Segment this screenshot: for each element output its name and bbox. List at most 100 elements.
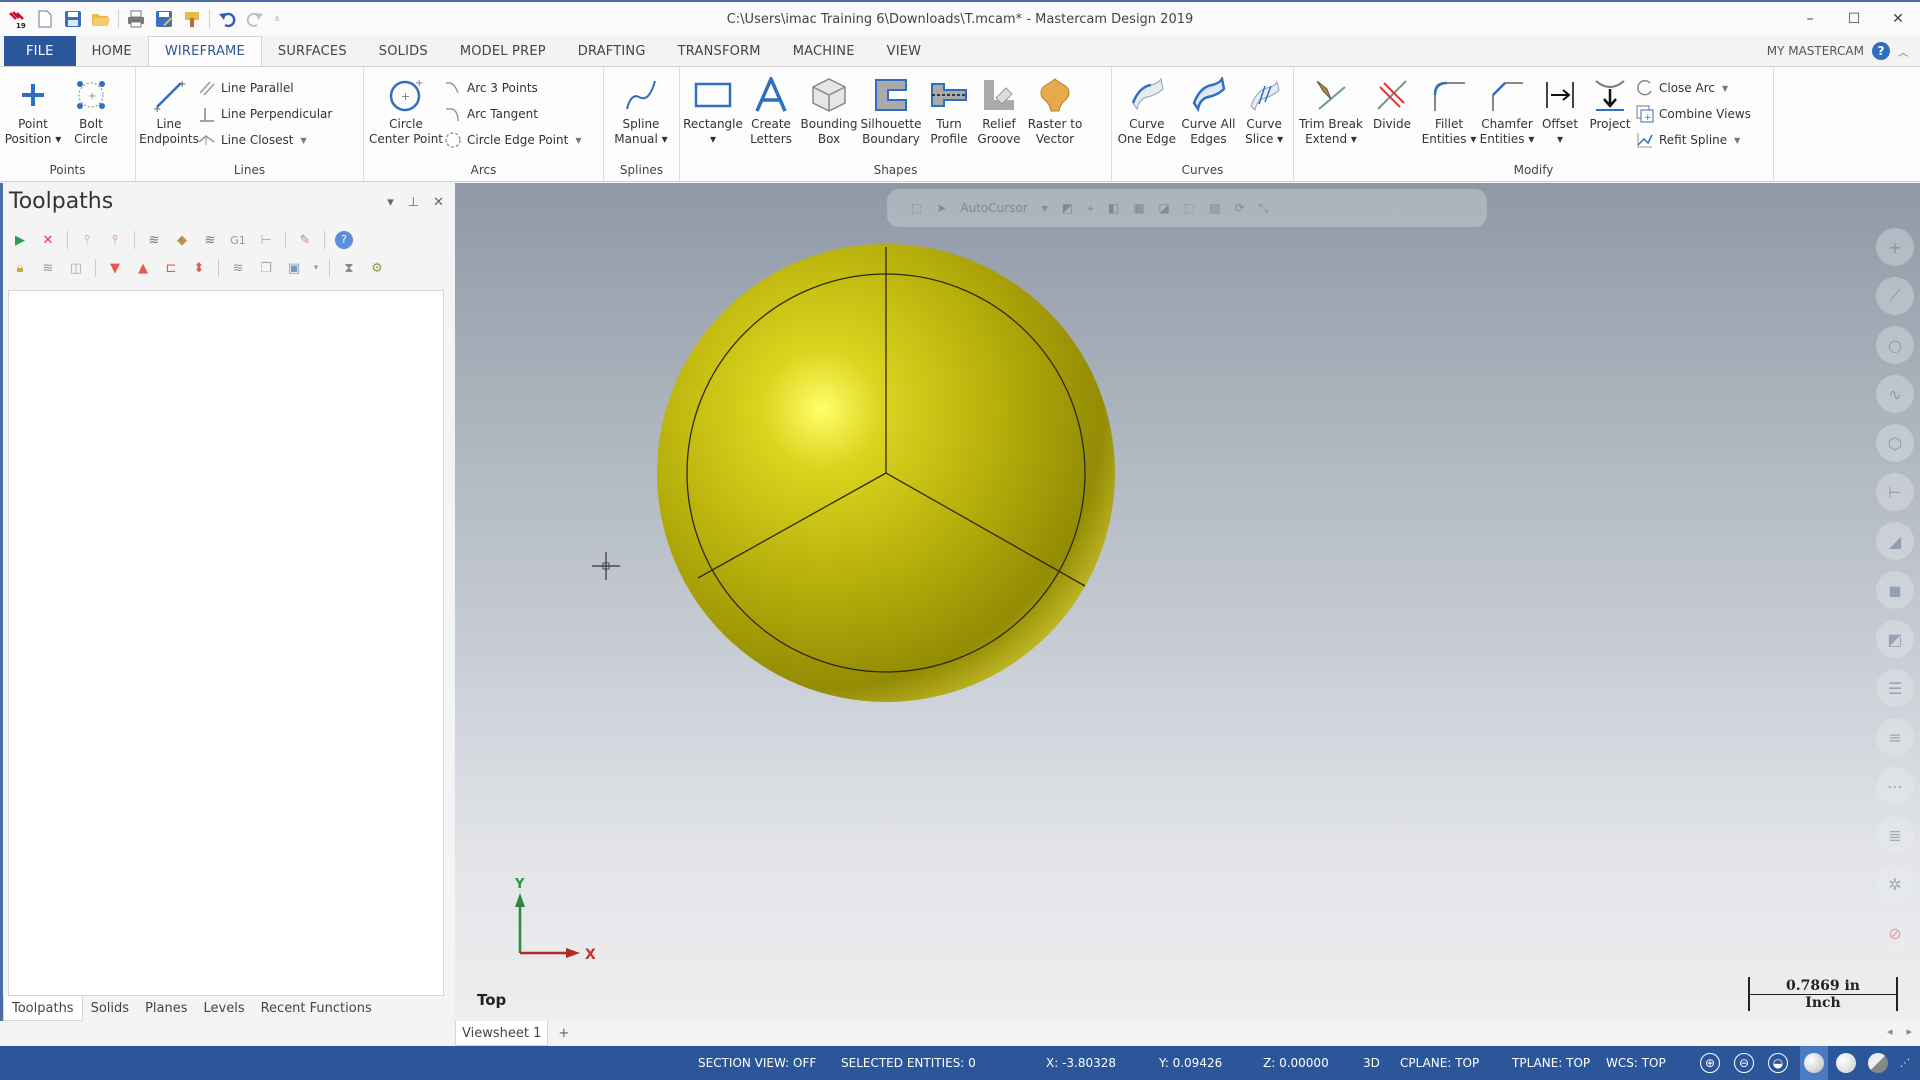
deselect-operations-icon[interactable]: ✕: [37, 229, 59, 251]
panel-pin-icon[interactable]: ⊥: [408, 195, 419, 210]
help-icon[interactable]: ?: [1872, 42, 1890, 60]
tab-view[interactable]: VIEW: [871, 36, 938, 66]
autocursor-select-icon[interactable]: ⬚: [911, 201, 922, 215]
viewsheet-prev-icon[interactable]: ◂: [1887, 1025, 1893, 1038]
y-coordinate[interactable]: Y: 0.09426: [1159, 1046, 1222, 1080]
move-insert-up-icon[interactable]: ▲: [132, 257, 154, 279]
mask-group-icon[interactable]: ⋯: [1876, 767, 1914, 805]
cplane-status[interactable]: CPLANE: TOP: [1400, 1046, 1479, 1080]
mask-levels-icon[interactable]: ≣: [1876, 816, 1914, 854]
toolpaths-tree[interactable]: [8, 290, 444, 996]
panel-close-icon[interactable]: ✕: [433, 195, 444, 210]
app-logo-icon[interactable]: 19: [6, 8, 28, 30]
close-arc-button[interactable]: Close Arc ▼: [1636, 77, 1757, 99]
minimize-button[interactable]: –: [1788, 2, 1832, 36]
toggle-display-icon[interactable]: ✎: [294, 229, 316, 251]
shaded-wire-display-icon[interactable]: ◒: [1768, 1046, 1788, 1080]
post-g1-icon[interactable]: G1: [227, 229, 249, 251]
mask-line-icon[interactable]: ⟋: [1876, 277, 1914, 315]
toggle-toolpath-display-icon[interactable]: ≋: [37, 257, 59, 279]
autocursor-dropdown-icon[interactable]: ▾: [1042, 201, 1048, 215]
copy-display-icon[interactable]: ❐: [255, 257, 277, 279]
selected-entities-status[interactable]: SELECTED ENTITIES: 0: [841, 1046, 976, 1080]
mask-result-icon[interactable]: ◩: [1876, 620, 1914, 658]
customize-qat-icon[interactable]: ⩡: [272, 8, 282, 30]
maximize-button[interactable]: ☐: [1832, 2, 1876, 36]
move-insert-down-icon[interactable]: ▼: [104, 257, 126, 279]
combine-views-button[interactable]: + Combine Views: [1636, 103, 1757, 125]
autocursor-arrow-icon[interactable]: ➤: [936, 201, 946, 215]
tab-machine[interactable]: MACHINE: [777, 36, 871, 66]
z-coordinate[interactable]: Z: 0.00000: [1263, 1046, 1329, 1080]
graphics-viewport[interactable]: Y X ⬚ ➤ AutoCursor ▾ ◩ ⌖ ◧ ▦ ◪ ⬚ ▨ ⟳ ⤡ +…: [455, 183, 1920, 1021]
display-options-dropdown-icon[interactable]: ▾: [311, 257, 321, 279]
tab-wireframe[interactable]: WIREFRAME: [147, 36, 262, 66]
regenerate-dirty-icon[interactable]: ◆: [171, 229, 193, 251]
simulation-icon[interactable]: ⧗: [338, 257, 360, 279]
wireframe-display-icon[interactable]: ⊕: [1700, 1046, 1720, 1080]
clear-selection-icon[interactable]: ⤡: [1259, 201, 1269, 216]
arc-3-points-button[interactable]: Arc 3 Points: [444, 77, 587, 99]
selection-filter-icon[interactable]: ⌖: [1087, 201, 1094, 216]
mask-arc-icon[interactable]: ○: [1876, 326, 1914, 364]
tab-drafting[interactable]: DRAFTING: [562, 36, 662, 66]
verify-icon[interactable]: ⊢: [255, 229, 277, 251]
edit-tool-icon[interactable]: ⚙: [366, 257, 388, 279]
my-mastercam-link[interactable]: MY MASTERCAM: [1767, 44, 1864, 58]
panel-tab-levels[interactable]: Levels: [196, 996, 253, 1021]
undo-icon[interactable]: [216, 8, 238, 30]
resize-grip-icon[interactable]: ⋰: [1900, 1046, 1910, 1080]
mask-solid-icon[interactable]: ⬡: [1876, 424, 1914, 462]
insert-after-icon[interactable]: ⊏: [160, 257, 182, 279]
line-perpendicular-button[interactable]: Line Perpendicular: [198, 103, 338, 125]
section-view-status[interactable]: SECTION VIEW: OFF: [698, 1046, 816, 1080]
line-parallel-button[interactable]: Line Parallel: [198, 77, 338, 99]
open-folder-icon[interactable]: [90, 8, 112, 30]
backplot-icon[interactable]: ≋: [199, 229, 221, 251]
autocursor-label[interactable]: AutoCursor: [960, 201, 1027, 215]
chain-select-icon[interactable]: ⟳: [1235, 201, 1245, 215]
select-only-icon[interactable]: ◪: [1159, 201, 1170, 215]
selection-mode-icon[interactable]: ◩: [1062, 201, 1073, 215]
regenerate-all-icon[interactable]: ≋: [143, 229, 165, 251]
shaded-edges-display-icon[interactable]: [1836, 1046, 1856, 1080]
mask-annotation-icon[interactable]: ☰: [1876, 669, 1914, 707]
mask-settings-icon[interactable]: ✲: [1876, 865, 1914, 903]
panel-tab-planes[interactable]: Planes: [137, 996, 195, 1021]
mask-clear-icon[interactable]: ⊘: [1876, 914, 1914, 952]
help-icon[interactable]: ?: [333, 229, 355, 251]
mask-surface-icon[interactable]: ◢: [1876, 522, 1914, 560]
mask-notes-icon[interactable]: ≡: [1876, 718, 1914, 756]
new-file-icon[interactable]: [34, 8, 56, 30]
verify-selection-icon[interactable]: ◧: [1108, 201, 1119, 215]
save-as-icon[interactable]: [153, 8, 175, 30]
color-select-icon[interactable]: ▨: [1209, 201, 1220, 215]
view-mode-toggle[interactable]: 3D: [1363, 1046, 1380, 1080]
mask-spline-icon[interactable]: ∿: [1876, 375, 1914, 413]
toggle-posting-icon[interactable]: ◫: [65, 257, 87, 279]
lock-icon[interactable]: 🔒︎: [9, 257, 31, 279]
x-coordinate[interactable]: X: -3.80328: [1046, 1046, 1116, 1080]
tplane-status[interactable]: TPLANE: TOP: [1512, 1046, 1590, 1080]
panel-tab-recent-functions[interactable]: Recent Functions: [253, 996, 380, 1021]
mask-mesh-icon[interactable]: ◼: [1876, 571, 1914, 609]
select-all-icon[interactable]: ▦: [1133, 201, 1144, 215]
tab-solids[interactable]: SOLIDS: [363, 36, 444, 66]
panel-tab-solids[interactable]: Solids: [83, 996, 137, 1021]
tab-transform[interactable]: TRANSFORM: [662, 36, 777, 66]
wcs-status[interactable]: WCS: TOP: [1606, 1046, 1666, 1080]
collapse-ribbon-icon[interactable]: ︿: [1898, 44, 1908, 59]
tab-surfaces[interactable]: SURFACES: [262, 36, 363, 66]
mask-dimension-icon[interactable]: ⊢: [1876, 473, 1914, 511]
properties-icon[interactable]: [181, 8, 203, 30]
viewsheet-tab[interactable]: Viewsheet 1: [455, 1021, 549, 1046]
select-all-operations-icon[interactable]: ▶: [9, 229, 31, 251]
shaded-display-icon[interactable]: [1800, 1046, 1828, 1080]
redo-icon[interactable]: [244, 8, 266, 30]
hidden-line-display-icon[interactable]: ⊖: [1734, 1046, 1754, 1080]
mask-point-icon[interactable]: +: [1876, 228, 1914, 266]
window-select-icon[interactable]: ⬚: [1184, 201, 1195, 215]
panel-dropdown-icon[interactable]: ▾: [387, 195, 394, 210]
line-closest-button[interactable]: Line Closest ▼: [198, 129, 338, 151]
add-viewsheet-button[interactable]: +: [548, 1026, 579, 1041]
